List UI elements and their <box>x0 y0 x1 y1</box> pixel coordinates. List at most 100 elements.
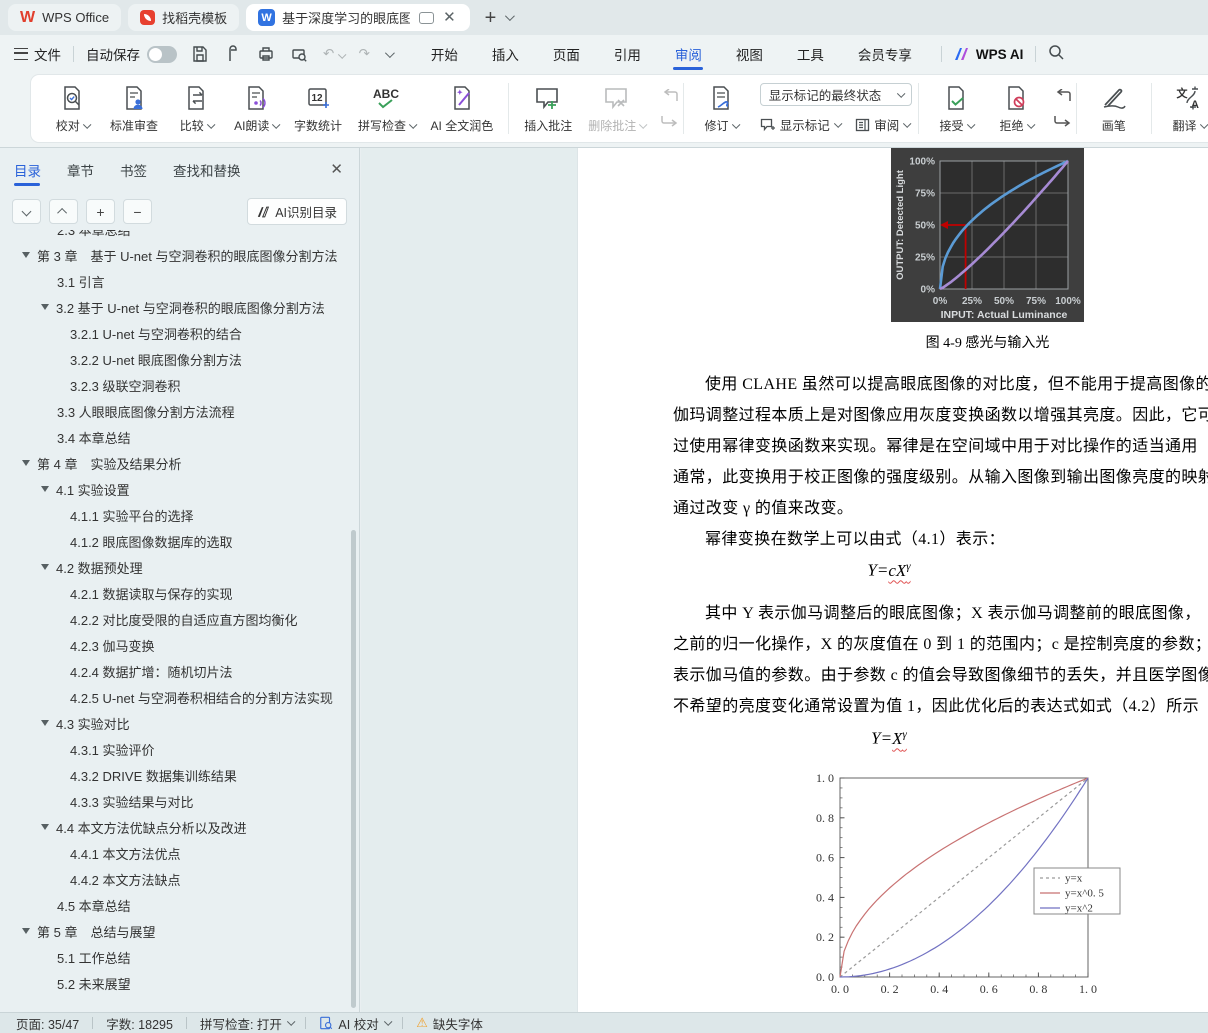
undo-icon[interactable]: ↶ <box>323 46 347 62</box>
proofread-button[interactable]: 校对 <box>43 79 101 138</box>
close-tab-icon[interactable]: ✕ <box>441 10 458 25</box>
new-tab-button[interactable]: + <box>483 8 499 28</box>
toc-item[interactable]: 第 5 章 总结与展望 <box>0 918 349 944</box>
print-preview-icon[interactable] <box>290 45 308 63</box>
search-icon[interactable] <box>1048 44 1065 64</box>
toc-item[interactable]: 4.4.1 本文方法优点 <box>0 840 349 866</box>
sidebar-scrollbar[interactable] <box>351 530 356 1008</box>
toc-item[interactable]: 4.1.2 眼底图像数据库的选取 <box>0 528 349 554</box>
toc-item[interactable]: 4.4 本文方法优缺点分析以及改进 <box>0 814 349 840</box>
app-tab-docer-templates[interactable]: 找稻壳模板 <box>128 4 240 31</box>
next-comment-icon[interactable] <box>660 114 679 128</box>
delete-comment-button[interactable]: 删除批注 <box>581 79 652 138</box>
review-pane-button[interactable]: 审阅 <box>855 115 912 134</box>
menu-tab-引用[interactable]: 引用 <box>597 35 658 73</box>
compare-button[interactable]: 比较 <box>167 79 225 138</box>
save-icon[interactable] <box>191 45 209 63</box>
menu-tab-页面[interactable]: 页面 <box>536 35 597 73</box>
toc-item[interactable]: 2.3 本章总结 <box>0 230 349 242</box>
collapse-all-icon[interactable]: − <box>123 199 152 224</box>
autosave-toggle[interactable] <box>147 45 177 63</box>
ai-proofread-status[interactable]: AI 校对 <box>319 1014 392 1033</box>
redo-icon[interactable]: ↷ <box>359 46 370 62</box>
expand-heading-icon[interactable] <box>12 199 41 224</box>
toc-item[interactable]: 4.2.1 数据读取与保存的实现 <box>0 580 349 606</box>
previous-change-icon[interactable] <box>1053 88 1072 103</box>
menu-tab-视图[interactable]: 视图 <box>719 35 780 73</box>
collapse-arrow-icon[interactable] <box>22 928 30 934</box>
collapse-arrow-icon[interactable] <box>41 824 49 830</box>
ai-polish-button[interactable]: AI 全文润色 <box>424 79 501 138</box>
previous-comment-icon[interactable] <box>660 88 679 103</box>
app-tab-wps-office[interactable]: W WPS Office <box>8 4 122 31</box>
toc-item[interactable]: 5.1 工作总结 <box>0 944 349 970</box>
toc-item[interactable]: 4.5 本章总结 <box>0 892 349 918</box>
toc-item[interactable]: 第 4 章 实验及结果分析 <box>0 450 349 476</box>
toc-item[interactable]: 3.2.1 U-net 与空洞卷积的结合 <box>0 320 349 346</box>
ai-detect-toc-button[interactable]: AI识别目录 <box>247 198 347 225</box>
toc-item[interactable]: 4.2.5 U-net 与空洞卷积相结合的分割方法实现 <box>0 684 349 710</box>
menu-tab-会员专享[interactable]: 会员专享 <box>841 35 929 73</box>
sidebar-tab-章节[interactable]: 章节 <box>67 148 94 192</box>
sidebar-tab-目录[interactable]: 目录 <box>14 148 41 192</box>
toc-item[interactable]: 第 3 章 基于 U-net 与空洞卷积的眼底图像分割方法 <box>0 242 349 268</box>
menu-tab-插入[interactable]: 插入 <box>475 35 536 73</box>
insert-comment-button[interactable]: 插入批注 <box>517 79 579 138</box>
collapse-arrow-icon[interactable] <box>22 252 30 258</box>
toc-item[interactable]: 3.4 本章总结 <box>0 424 349 450</box>
menu-tab-审阅[interactable]: 审阅 <box>658 35 719 73</box>
wps-ai-menu[interactable]: WPS AI <box>954 47 1023 62</box>
export-pdf-icon[interactable] <box>224 45 242 63</box>
toc-item[interactable]: 4.3 实验对比 <box>0 710 349 736</box>
missing-font-warning[interactable]: ⚠ 缺失字体 <box>416 1014 483 1033</box>
collapse-arrow-icon[interactable] <box>22 460 30 466</box>
spell-check-button[interactable]: ABC 拼写检查 <box>351 79 422 138</box>
tab-list-chevron-icon[interactable] <box>505 11 516 22</box>
toc-item[interactable]: 3.2 基于 U-net 与空洞卷积的眼底图像分割方法 <box>0 294 349 320</box>
collapse-arrow-icon[interactable] <box>41 304 49 310</box>
toc-item[interactable]: 4.2.3 伽马变换 <box>0 632 349 658</box>
quick-access-chevron-icon[interactable] <box>384 47 395 58</box>
page-indicator[interactable]: 页面: 35/47 <box>16 1014 79 1033</box>
toc-item[interactable]: 4.2 数据预处理 <box>0 554 349 580</box>
collapse-heading-icon[interactable] <box>49 199 78 224</box>
toc-item[interactable]: 4.3.3 实验结果与对比 <box>0 788 349 814</box>
ink-brush-button[interactable]: 画笔 <box>1085 79 1143 138</box>
standard-review-button[interactable]: 标准审查 <box>103 79 165 138</box>
collapse-arrow-icon[interactable] <box>41 486 49 492</box>
accept-button[interactable]: 接受 <box>927 79 985 138</box>
document-page[interactable]: EyesCamera0%25%50%75%100%0%25%50%75%100%… <box>577 148 1208 1012</box>
spell-check-status[interactable]: 拼写检查: 打开 <box>200 1014 295 1033</box>
translate-button[interactable]: 文A 翻译 <box>1160 79 1208 138</box>
show-markup-button[interactable]: 显示标记 <box>760 115 842 134</box>
toc-item[interactable]: 4.2.4 数据扩增：随机切片法 <box>0 658 349 684</box>
toc-item[interactable]: 5.2 未来展望 <box>0 970 349 996</box>
reject-button[interactable]: 拒绝 <box>987 79 1045 138</box>
collapse-arrow-icon[interactable] <box>41 720 49 726</box>
file-menu[interactable]: 文件 <box>34 44 61 64</box>
word-count-indicator[interactable]: 字数: 18295 <box>106 1014 173 1033</box>
toc-item[interactable]: 4.2.2 对比度受限的自适应直方图均衡化 <box>0 606 349 632</box>
toc-item[interactable]: 3.1 引言 <box>0 268 349 294</box>
toc-item[interactable]: 3.3 人眼眼底图像分割方法流程 <box>0 398 349 424</box>
markup-state-dropdown[interactable]: 显示标记的最终状态 <box>759 83 912 106</box>
hamburger-menu-icon[interactable] <box>14 48 28 60</box>
float-window-icon[interactable] <box>419 11 435 24</box>
ai-read-aloud-button[interactable]: AI朗读 <box>227 79 285 138</box>
sidebar-tab-查找和替换[interactable]: 查找和替换 <box>173 148 241 192</box>
toc-item[interactable]: 4.4.2 本文方法缺点 <box>0 866 349 892</box>
word-count-button[interactable]: 12 字数统计 <box>287 79 349 138</box>
toc-item[interactable]: 4.1 实验设置 <box>0 476 349 502</box>
toc-item[interactable]: 3.2.3 级联空洞卷积 <box>0 372 349 398</box>
document-tab[interactable]: W 基于深度学习的眼底图像分割 ✕ <box>246 4 470 31</box>
menu-tab-工具[interactable]: 工具 <box>780 35 841 73</box>
expand-all-icon[interactable]: + <box>86 199 115 224</box>
print-icon[interactable] <box>257 45 275 63</box>
toc-item[interactable]: 3.2.2 U-net 眼底图像分割方法 <box>0 346 349 372</box>
menu-tab-开始[interactable]: 开始 <box>414 35 475 73</box>
next-change-icon[interactable] <box>1053 114 1072 128</box>
toc-item[interactable]: 4.1.1 实验平台的选择 <box>0 502 349 528</box>
track-changes-button[interactable]: 修订 <box>692 79 750 138</box>
close-sidebar-icon[interactable]: ✕ <box>330 160 343 178</box>
sidebar-tab-书签[interactable]: 书签 <box>120 148 147 192</box>
